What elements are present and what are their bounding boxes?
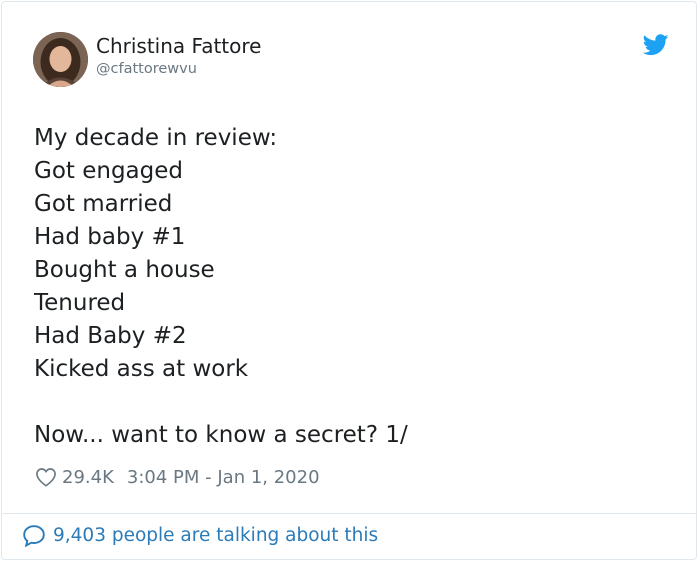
twitter-bird-icon[interactable]: [642, 34, 669, 56]
author-handle[interactable]: @cfattorewvu: [96, 61, 197, 77]
tweet-line: Got engaged: [34, 158, 183, 184]
tweet-text: My decade in review: Got engaged Got mar…: [34, 122, 408, 452]
timestamp[interactable]: 3:04 PM - Jan 1, 2020: [127, 467, 320, 488]
avatar[interactable]: [33, 32, 88, 87]
speech-bubble-icon: [23, 525, 45, 547]
avatar-image: [33, 32, 88, 87]
tweet-line: My decade in review:: [34, 125, 278, 151]
tweet-line: Now... want to know a secret? 1/: [34, 422, 408, 448]
like-button[interactable]: 29.4K: [35, 467, 127, 488]
like-count: 29.4K: [62, 466, 114, 488]
author-name[interactable]: Christina Fattore: [96, 34, 261, 58]
talking-text: 9,403 people are talking about this: [53, 525, 379, 546]
tweet-card: Christina Fattore @cfattorewvu My decade…: [1, 1, 697, 560]
tweet-line: Had baby #1: [34, 224, 186, 250]
heart-icon: [36, 468, 56, 487]
tweet-line: Tenured: [34, 290, 126, 316]
tweet-line: Got married: [34, 191, 173, 217]
tweet-meta: 29.4K 3:04 PM - Jan 1, 2020: [35, 464, 320, 490]
tweet-line: [34, 386, 408, 419]
talking-about-link[interactable]: 9,403 people are talking about this: [22, 524, 378, 547]
tweet-line: Bought a house: [34, 257, 215, 283]
tweet-line: Had Baby #2: [34, 323, 187, 349]
tweet-line: Kicked ass at work: [34, 356, 249, 382]
divider: [1, 513, 697, 514]
